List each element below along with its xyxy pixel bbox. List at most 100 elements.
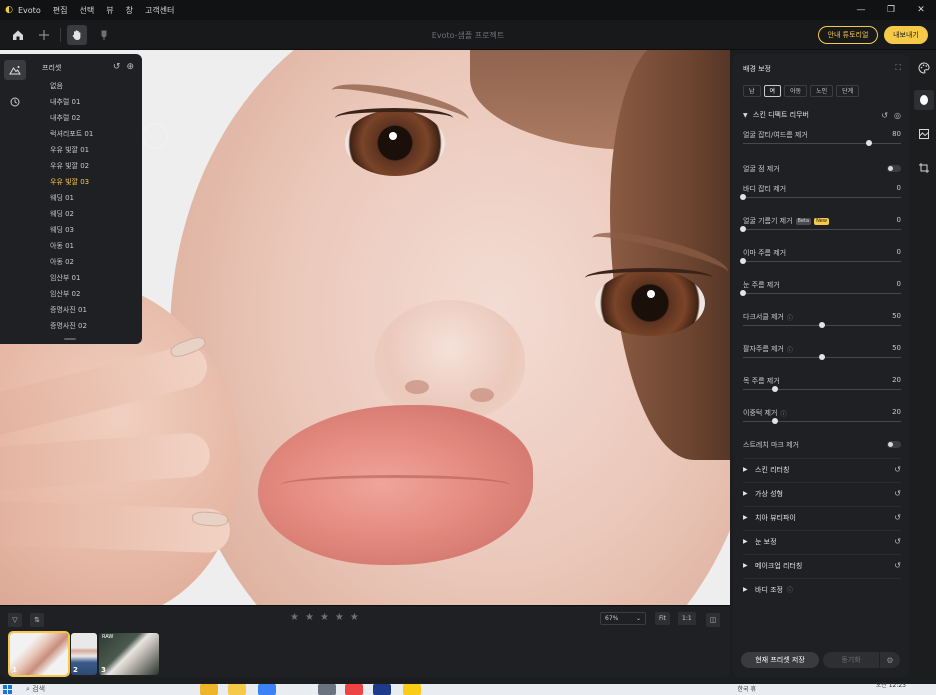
chrome-taskbar-icon[interactable]: [345, 684, 363, 695]
taskbar-search[interactable]: ⌕ 검색: [26, 684, 45, 694]
compare-icon[interactable]: ◫: [706, 613, 720, 627]
slider-dark-circle[interactable]: 다크서클 제거 ⓘ 50: [743, 312, 901, 336]
slider-face-oil[interactable]: 얼굴 기름기 제거 Beta New 0: [740, 216, 901, 240]
help-icon[interactable]: ⓘ: [780, 409, 786, 418]
star-icon[interactable]: ★: [320, 612, 329, 623]
preset-item[interactable]: 아동 01: [50, 238, 140, 254]
slider-knob[interactable]: [740, 226, 746, 232]
slider-knob[interactable]: [740, 290, 746, 296]
slider-track[interactable]: [743, 261, 901, 262]
sort-icon[interactable]: ⇅: [30, 613, 44, 627]
slider-eye-wrinkle[interactable]: 눈 주름 제거 0: [740, 280, 901, 304]
reset-icon[interactable]: ↺: [894, 465, 901, 474]
crop-icon[interactable]: [914, 158, 934, 178]
slider-body-blemish[interactable]: 바디 잡티 제거 0: [740, 184, 901, 208]
skin-defect-section-header[interactable]: ▼ 스킨 디펙트 리무버 ↺ ◎: [743, 108, 901, 122]
preset-item[interactable]: 내추럴 02: [50, 110, 140, 126]
slider-track[interactable]: [743, 229, 901, 230]
preset-item[interactable]: 우유 빛깔 01: [50, 142, 140, 158]
preset-item[interactable]: 증명사진 02: [50, 318, 140, 334]
thumbnail-1[interactable]: 1: [8, 631, 70, 677]
save-preset-button[interactable]: 현재 프리셋 저장: [741, 652, 819, 668]
evoto-taskbar-icon[interactable]: [228, 684, 246, 695]
section-makeup-retouch[interactable]: ▶ 메이크업 리터칭 ↺: [743, 554, 901, 576]
toggle-switch[interactable]: [887, 165, 901, 172]
slider-track[interactable]: [743, 389, 901, 390]
fit-button[interactable]: Fit: [655, 612, 671, 625]
slider-forehead-wrinkle[interactable]: 이마 주름 제거 0: [740, 248, 901, 272]
menu-support[interactable]: 고객센터: [145, 5, 174, 16]
windows-start-icon[interactable]: [3, 685, 12, 694]
minimize-button[interactable]: —: [846, 0, 876, 20]
section-skin-retouch[interactable]: ▶ 스킨 리터칭 ↺: [743, 458, 901, 480]
slider-double-chin[interactable]: 이중턱 제거 ⓘ 20: [743, 408, 901, 432]
tab-senior[interactable]: 노인: [810, 85, 834, 97]
preset-item[interactable]: 증명사진 01: [50, 302, 140, 318]
preset-item[interactable]: 아동 02: [50, 254, 140, 270]
reset-icon[interactable]: ↺: [881, 111, 888, 120]
slider-face-blemish[interactable]: 얼굴 잡티/여드름 제거 80: [743, 130, 901, 154]
toggle-visibility-icon[interactable]: ◎: [894, 111, 901, 120]
slider-track[interactable]: [743, 421, 901, 422]
file-explorer-icon[interactable]: [200, 684, 218, 695]
help-icon[interactable]: ⓘ: [787, 345, 793, 354]
app-taskbar-icon[interactable]: [258, 684, 276, 695]
star-icon[interactable]: ★: [290, 612, 299, 623]
reset-icon[interactable]: ↺: [113, 62, 121, 72]
close-button[interactable]: ✕: [906, 0, 936, 20]
preset-item[interactable]: 웨딩 03: [50, 222, 140, 238]
slider-nasolabial[interactable]: 팔자주름 제거 ⓘ 50: [743, 344, 901, 368]
maximize-button[interactable]: ❐: [876, 0, 906, 20]
zoom-select[interactable]: 67% ⌄: [600, 612, 646, 625]
tutorial-button[interactable]: 안내 튜토리얼: [818, 26, 878, 44]
face-retouch-icon[interactable]: [914, 90, 934, 110]
section-eye-correction[interactable]: ▶ 눈 보정 ↺: [743, 530, 901, 552]
tab-level[interactable]: 단계: [836, 85, 860, 97]
reset-icon[interactable]: ↺: [894, 513, 901, 522]
sync-settings-icon[interactable]: ⚙: [880, 652, 900, 668]
preset-item[interactable]: 웨딩 02: [50, 206, 140, 222]
filter-icon[interactable]: ▽: [8, 613, 22, 627]
help-icon[interactable]: ⓘ: [787, 585, 793, 594]
section-teeth-beautify[interactable]: ▶ 치아 뷰티파이 ↺: [743, 506, 901, 528]
slider-knob[interactable]: [819, 354, 825, 360]
slider-track[interactable]: [743, 197, 901, 198]
palette-icon[interactable]: [914, 58, 934, 78]
slider-knob[interactable]: [740, 194, 746, 200]
export-button[interactable]: 내보내기: [884, 26, 928, 44]
sync-button[interactable]: 동기화: [823, 652, 879, 668]
slider-knob[interactable]: [771, 418, 778, 424]
history-icon[interactable]: [4, 92, 26, 112]
background-icon[interactable]: [914, 124, 934, 144]
add-circle-icon[interactable]: ⊕: [126, 62, 134, 72]
app-taskbar-icon[interactable]: [318, 684, 336, 695]
reset-icon[interactable]: ↺: [894, 561, 901, 570]
preset-item[interactable]: 임산부 01: [50, 270, 140, 286]
star-icon[interactable]: ★: [335, 612, 344, 623]
panel-resize-handle[interactable]: [64, 338, 76, 340]
toggle-switch[interactable]: [887, 441, 901, 448]
preset-item-selected[interactable]: 우유 빛깔 03: [50, 174, 140, 190]
preset-item[interactable]: 없음: [50, 78, 140, 94]
preset-item[interactable]: 임산부 02: [50, 286, 140, 302]
expand-icon[interactable]: ⛶: [895, 63, 901, 73]
star-icon[interactable]: ★: [350, 612, 359, 623]
slider-knob[interactable]: [771, 386, 778, 392]
thumbnail-3[interactable]: RAW 3: [99, 633, 159, 675]
menu-edit[interactable]: 편집: [53, 5, 68, 16]
preset-item[interactable]: 웨딩 01: [50, 190, 140, 206]
app-taskbar-icon[interactable]: [373, 684, 391, 695]
slider-neck-wrinkle[interactable]: 목 주름 제거 20: [743, 376, 901, 400]
menu-view[interactable]: 뷰: [106, 5, 113, 16]
tab-child[interactable]: 아동: [784, 85, 808, 97]
reset-icon[interactable]: ↺: [894, 489, 901, 498]
slider-track[interactable]: [743, 143, 901, 144]
preset-item[interactable]: 내추럴 01: [50, 94, 140, 110]
menu-select[interactable]: 선택: [79, 5, 94, 16]
slider-knob[interactable]: [819, 322, 825, 328]
tab-female[interactable]: 여: [763, 85, 782, 97]
one-to-one-button[interactable]: 1:1: [678, 612, 696, 625]
reset-icon[interactable]: ↺: [894, 537, 901, 546]
tab-male[interactable]: 남: [743, 85, 761, 97]
slider-knob[interactable]: [740, 258, 746, 264]
